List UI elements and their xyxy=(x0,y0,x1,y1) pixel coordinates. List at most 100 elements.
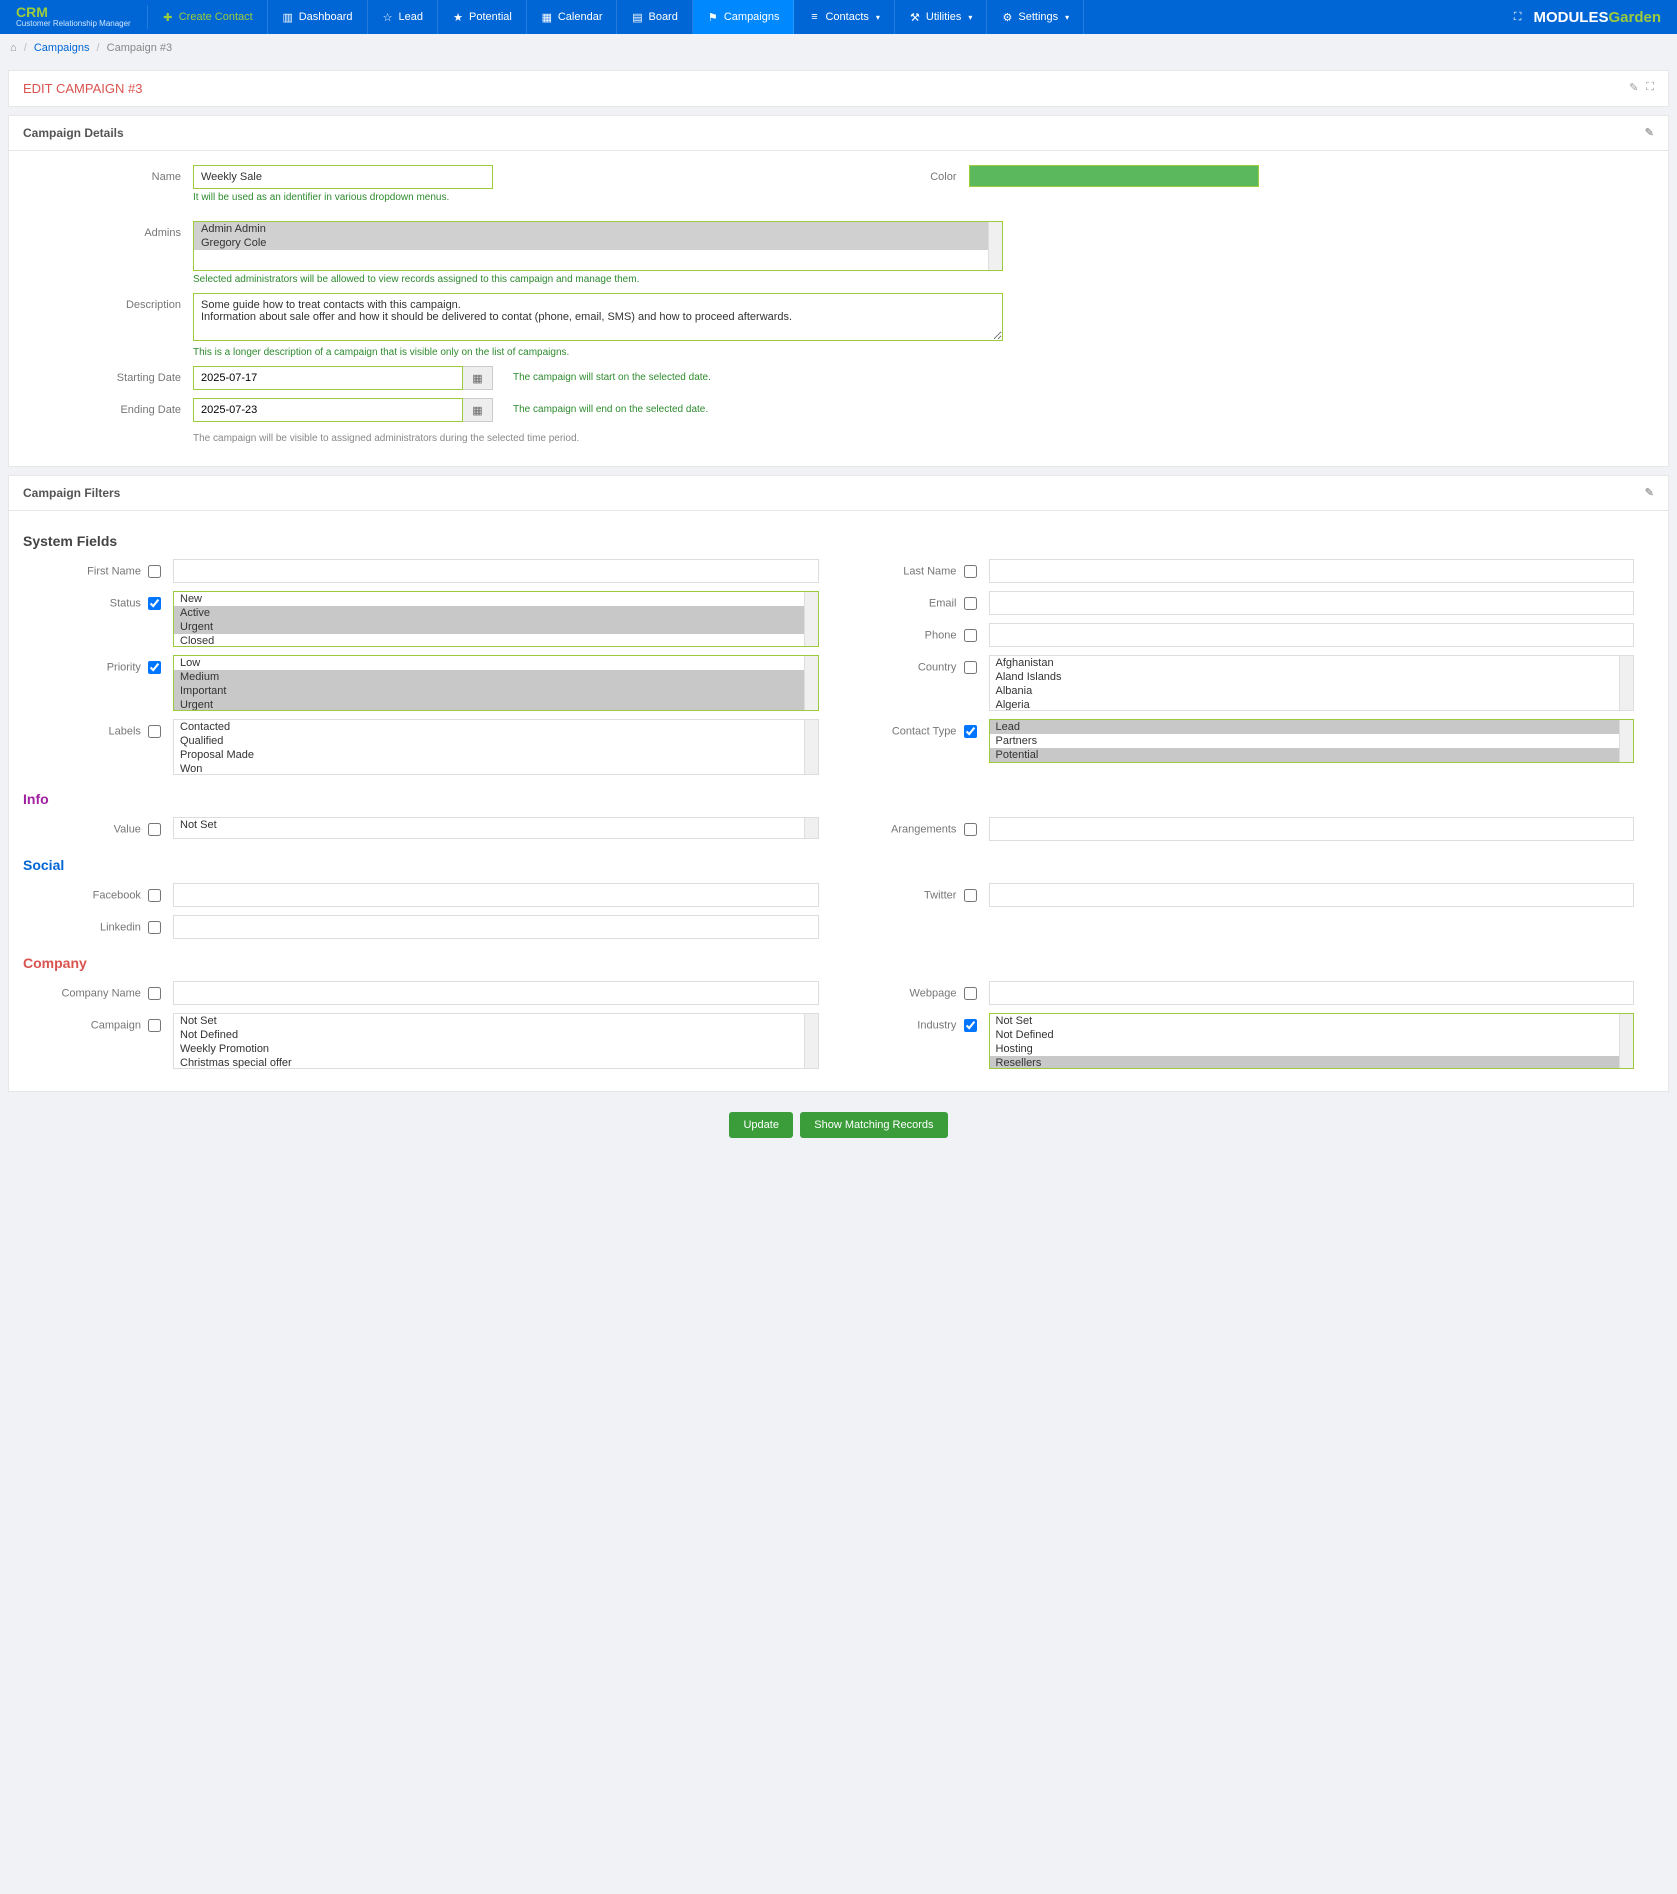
arrangements-checkbox[interactable] xyxy=(964,823,977,836)
linkedin-checkbox[interactable] xyxy=(148,921,161,934)
breadcrumb-campaigns[interactable]: Campaigns xyxy=(34,42,90,54)
status-option[interactable]: Urgent xyxy=(174,620,804,634)
industry-option[interactable]: Not Defined xyxy=(990,1028,1620,1042)
nav-board[interactable]: ▤Board xyxy=(617,0,692,34)
email-input[interactable] xyxy=(989,591,1635,615)
campaign-option[interactable]: Christmas special offer xyxy=(174,1056,804,1068)
twitter-checkbox[interactable] xyxy=(964,889,977,902)
scrollbar[interactable] xyxy=(1619,720,1633,762)
labels-listbox[interactable]: Contacted Qualified Proposal Made Won xyxy=(173,719,819,775)
labels-option[interactable]: Won xyxy=(174,762,804,774)
country-option[interactable]: Afghanistan xyxy=(990,656,1620,670)
end-date-input[interactable] xyxy=(193,398,463,422)
priority-checkbox[interactable] xyxy=(148,661,161,674)
nav-potential[interactable]: ★Potential xyxy=(438,0,527,34)
labels-option[interactable]: Proposal Made xyxy=(174,748,804,762)
scrollbar[interactable] xyxy=(804,592,818,646)
admin-option[interactable]: Gregory Cole xyxy=(194,236,988,250)
status-option[interactable]: New xyxy=(174,592,804,606)
status-option[interactable]: Closed xyxy=(174,634,804,646)
email-checkbox[interactable] xyxy=(964,597,977,610)
campaign-option[interactable]: Not Set xyxy=(174,1014,804,1028)
priority-option[interactable]: Important xyxy=(174,684,804,698)
industry-option[interactable]: Resellers xyxy=(990,1056,1620,1068)
industry-option[interactable]: Hosting xyxy=(990,1042,1620,1056)
calendar-icon[interactable]: ▦ xyxy=(463,366,493,390)
scrollbar[interactable] xyxy=(804,656,818,710)
scrollbar[interactable] xyxy=(988,222,1002,270)
priority-listbox[interactable]: Low Medium Important Urgent xyxy=(173,655,819,711)
labels-checkbox[interactable] xyxy=(148,725,161,738)
calendar-icon[interactable]: ▦ xyxy=(463,398,493,422)
nav-create-contact[interactable]: ✚Create Contact xyxy=(148,0,268,34)
color-picker[interactable] xyxy=(969,165,1259,187)
nav-settings[interactable]: ⚙Settings xyxy=(987,0,1084,34)
arrangements-input[interactable] xyxy=(989,817,1635,841)
contact-type-option[interactable]: Lead xyxy=(990,720,1620,734)
contact-type-option[interactable]: Partners xyxy=(990,734,1620,748)
update-button[interactable]: Update xyxy=(729,1112,792,1138)
priority-option[interactable]: Low xyxy=(174,656,804,670)
company-name-checkbox[interactable] xyxy=(148,987,161,1000)
contact-type-listbox[interactable]: Lead Partners Potential xyxy=(989,719,1635,763)
expand-icon[interactable]: ⛶ xyxy=(1646,81,1654,96)
phone-checkbox[interactable] xyxy=(964,629,977,642)
contact-type-checkbox[interactable] xyxy=(964,725,977,738)
status-listbox[interactable]: New Active Urgent Closed xyxy=(173,591,819,647)
firstname-checkbox[interactable] xyxy=(148,565,161,578)
show-matching-button[interactable]: Show Matching Records xyxy=(800,1112,947,1138)
facebook-input[interactable] xyxy=(173,883,819,907)
name-input[interactable] xyxy=(193,165,493,189)
scrollbar[interactable] xyxy=(1619,656,1633,710)
lastname-checkbox[interactable] xyxy=(964,565,977,578)
country-option[interactable]: Albania xyxy=(990,684,1620,698)
labels-option[interactable]: Contacted xyxy=(174,720,804,734)
contact-type-option[interactable]: Potential xyxy=(990,748,1620,762)
status-checkbox[interactable] xyxy=(148,597,161,610)
value-checkbox[interactable] xyxy=(148,823,161,836)
company-name-input[interactable] xyxy=(173,981,819,1005)
lastname-input[interactable] xyxy=(989,559,1635,583)
home-icon[interactable]: ⌂ xyxy=(10,42,17,54)
facebook-checkbox[interactable] xyxy=(148,889,161,902)
industry-checkbox[interactable] xyxy=(964,1019,977,1032)
country-checkbox[interactable] xyxy=(964,661,977,674)
scrollbar[interactable] xyxy=(804,818,818,838)
admins-select[interactable]: Admin Admin Gregory Cole xyxy=(193,221,1003,271)
twitter-input[interactable] xyxy=(989,883,1635,907)
phone-input[interactable] xyxy=(989,623,1635,647)
campaign-option[interactable]: Not Defined xyxy=(174,1028,804,1042)
description-textarea[interactable]: Some guide how to treat contacts with th… xyxy=(193,293,1003,341)
campaign-option[interactable]: Weekly Promotion xyxy=(174,1042,804,1056)
scrollbar[interactable] xyxy=(804,1014,818,1068)
nav-contacts[interactable]: ≡Contacts xyxy=(794,0,894,34)
webpage-checkbox[interactable] xyxy=(964,987,977,1000)
nav-dashboard[interactable]: ▥Dashboard xyxy=(268,0,368,34)
firstname-input[interactable] xyxy=(173,559,819,583)
start-date-input[interactable] xyxy=(193,366,463,390)
pencil-icon[interactable]: ✎ xyxy=(1645,126,1654,140)
priority-option[interactable]: Urgent xyxy=(174,698,804,710)
country-option[interactable]: Aland Islands xyxy=(990,670,1620,684)
campaign-listbox[interactable]: Not Set Not Defined Weekly Promotion Chr… xyxy=(173,1013,819,1069)
pencil-icon[interactable]: ✎ xyxy=(1629,81,1638,96)
scrollbar[interactable] xyxy=(1619,1014,1633,1068)
labels-option[interactable]: Qualified xyxy=(174,734,804,748)
scrollbar[interactable] xyxy=(804,720,818,774)
fullscreen-icon[interactable]: ⛶ xyxy=(1514,11,1522,24)
admin-option[interactable]: Admin Admin xyxy=(194,222,988,236)
status-option[interactable]: Active xyxy=(174,606,804,620)
value-option[interactable]: Not Set xyxy=(174,818,804,832)
nav-utilities[interactable]: ⚒Utilities xyxy=(895,0,987,34)
webpage-input[interactable] xyxy=(989,981,1635,1005)
nav-campaigns[interactable]: ⚑Campaigns xyxy=(693,0,795,34)
industry-option[interactable]: Not Set xyxy=(990,1014,1620,1028)
value-listbox[interactable]: Not Set xyxy=(173,817,819,839)
country-listbox[interactable]: Afghanistan Aland Islands Albania Algeri… xyxy=(989,655,1635,711)
nav-calendar[interactable]: ▦Calendar xyxy=(527,0,618,34)
industry-listbox[interactable]: Not Set Not Defined Hosting Resellers xyxy=(989,1013,1635,1069)
linkedin-input[interactable] xyxy=(173,915,819,939)
nav-lead[interactable]: ☆Lead xyxy=(368,0,438,34)
campaign-checkbox[interactable] xyxy=(148,1019,161,1032)
country-option[interactable]: Algeria xyxy=(990,698,1620,710)
